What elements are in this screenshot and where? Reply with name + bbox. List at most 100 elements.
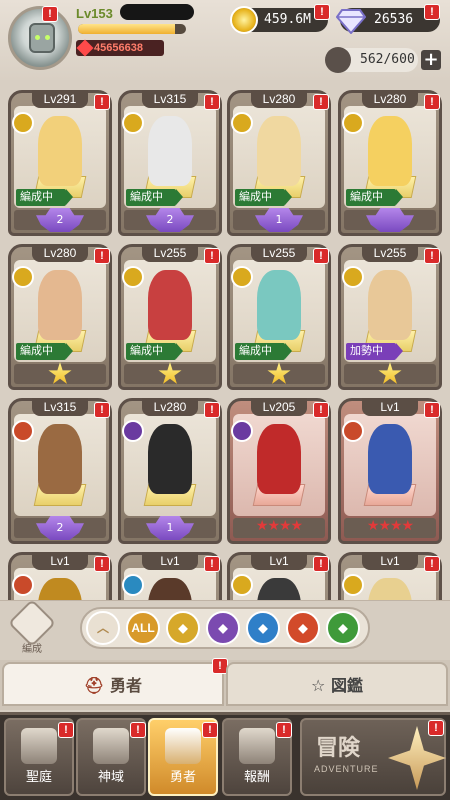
slot-value: 562/600 [360, 52, 415, 67]
hero-card[interactable]: Lv1! [8, 552, 112, 600]
gold-value: 459.6M [264, 12, 311, 27]
hero-alert-badge: ! [424, 556, 440, 572]
hero-level: Lv255 [142, 244, 198, 262]
filter-all-button[interactable]: ALL [126, 611, 160, 645]
formation-status-tag: 編成中 [16, 343, 73, 360]
filter-nature-element-button[interactable]: ◆ [326, 611, 360, 645]
hero-level: Lv205 [251, 398, 307, 416]
dark-element-icon [122, 420, 144, 442]
hero-alert-badge: ! [94, 556, 110, 572]
fire-element-icon: ◆ [298, 621, 308, 635]
light-element-icon [231, 574, 253, 596]
water-element-icon: ◆ [258, 621, 268, 635]
hero-card[interactable]: Lv255! 加勢中 [338, 244, 442, 390]
player-name-redacted [120, 4, 194, 20]
hero-card[interactable]: Lv1! [227, 552, 331, 600]
nature-element-icon: ◆ [338, 621, 348, 635]
filter-dark-element-button[interactable]: ◆ [206, 611, 240, 645]
hero-card[interactable]: Lv280! 1 [118, 398, 222, 544]
water-element-icon [122, 574, 144, 596]
adventure-button[interactable]: 冒険 ADVENTURE [300, 718, 446, 796]
filter-water-element-button[interactable]: ◆ [246, 611, 280, 645]
hero-card[interactable]: Lv280! 編成中 1 [227, 90, 331, 236]
hero-level: Lv1 [142, 552, 198, 570]
star-book-icon: ☆ [311, 676, 326, 695]
fire-element-icon [12, 420, 34, 442]
hero-card[interactable]: Lv255! 編成中 [118, 244, 222, 390]
nav-alert-badge: ! [202, 722, 218, 738]
nav-label: 報酬 [243, 770, 270, 785]
formation-status-tag: 加勢中 [346, 343, 403, 360]
light-element-icon [342, 574, 364, 596]
formation-status-tag: 編成中 [235, 343, 292, 360]
dark-element-icon: ◆ [218, 621, 228, 635]
hero-sprite [38, 270, 82, 340]
hero-slot-counter: 562/600 [325, 47, 418, 73]
hero-card[interactable]: Lv315! 2 [8, 398, 112, 544]
tab-heroes[interactable]: ⛑ 勇者 [2, 662, 224, 706]
hero-card[interactable]: Lv280! 編成中 [338, 90, 442, 236]
nav-alert-badge: ! [58, 722, 74, 738]
eye-left [35, 35, 40, 40]
nav-label: 勇者 [169, 770, 196, 785]
adventure-sublabel: ADVENTURE [314, 764, 379, 774]
hero-sprite [38, 424, 82, 494]
expand-slots-button[interactable]: + [421, 50, 441, 70]
light-element-icon: ◆ [178, 621, 188, 635]
light-element-icon [231, 266, 253, 288]
hero-level: Lv255 [362, 244, 418, 262]
diamond-icon [336, 9, 366, 34]
light-element-icon [12, 266, 34, 288]
hero-sprite [148, 116, 192, 186]
hero-card[interactable]: Lv291! 編成中 2 [8, 90, 112, 236]
formation-status-tag: 編成中 [346, 189, 403, 206]
filter-light-element-button[interactable]: ◆ [166, 611, 200, 645]
hero-alert-badge: ! [204, 94, 220, 110]
hero-sprite [257, 424, 301, 494]
rarity-stars: ★★★★ [366, 518, 414, 534]
tab-codex[interactable]: ☆ 図鑑 [226, 662, 448, 706]
hero-card[interactable]: Lv255! 編成中 [227, 244, 331, 390]
adventure-alert-badge: ! [428, 720, 444, 736]
player-avatar[interactable] [8, 6, 72, 70]
formation-status-tag: 編成中 [126, 189, 183, 206]
hero-alert-badge: ! [94, 402, 110, 418]
avatar-alert-badge: ! [42, 6, 58, 22]
hero-sprite [368, 424, 412, 494]
hero-alert-badge: ! [424, 248, 440, 264]
light-element-icon [122, 266, 144, 288]
hero-card[interactable]: Lv205! ★★★★ [227, 398, 331, 544]
light-element-icon [122, 112, 144, 134]
formation-status-tag: 編成中 [126, 343, 183, 360]
hero-alert-badge: ! [424, 94, 440, 110]
nav-label: 神域 [97, 770, 124, 785]
hero-card[interactable]: Lv1! [118, 552, 222, 600]
hero-capacity-icon [325, 47, 351, 73]
hero-alert-badge: ! [94, 94, 110, 110]
hero-alert-badge: ! [424, 402, 440, 418]
formation-button[interactable]: 編成 [7, 598, 57, 655]
hero-level: Lv280 [32, 244, 88, 262]
gem-alert-badge: ! [424, 4, 440, 20]
chevron-up-icon: ︿ [96, 621, 109, 635]
hero-level: Lv1 [251, 552, 307, 570]
light-element-icon [231, 112, 253, 134]
filter-chevron-up-button[interactable]: ︿ [86, 611, 120, 645]
light-element-icon [342, 112, 364, 134]
hero-helmet-icon [165, 728, 201, 764]
hero-alert-badge: ! [204, 248, 220, 264]
hero-card[interactable]: Lv280! 編成中 [8, 244, 112, 390]
adventure-label: 冒険 [316, 736, 361, 761]
nav-alert-badge: ! [276, 722, 292, 738]
treasure-chest-icon [239, 728, 275, 764]
fire-element-icon [12, 574, 34, 596]
filter-fire-element-button[interactable]: ◆ [286, 611, 320, 645]
hero-card[interactable]: Lv315! 編成中 2 [118, 90, 222, 236]
power-display: 45656638 [76, 39, 164, 57]
hero-level: Lv1 [32, 552, 88, 570]
hero-level: Lv280 [142, 398, 198, 416]
hero-alert-badge: ! [313, 94, 329, 110]
hero-card[interactable]: Lv1! [338, 552, 442, 600]
hero-sprite [368, 116, 412, 186]
hero-card[interactable]: Lv1! ★★★★ [338, 398, 442, 544]
